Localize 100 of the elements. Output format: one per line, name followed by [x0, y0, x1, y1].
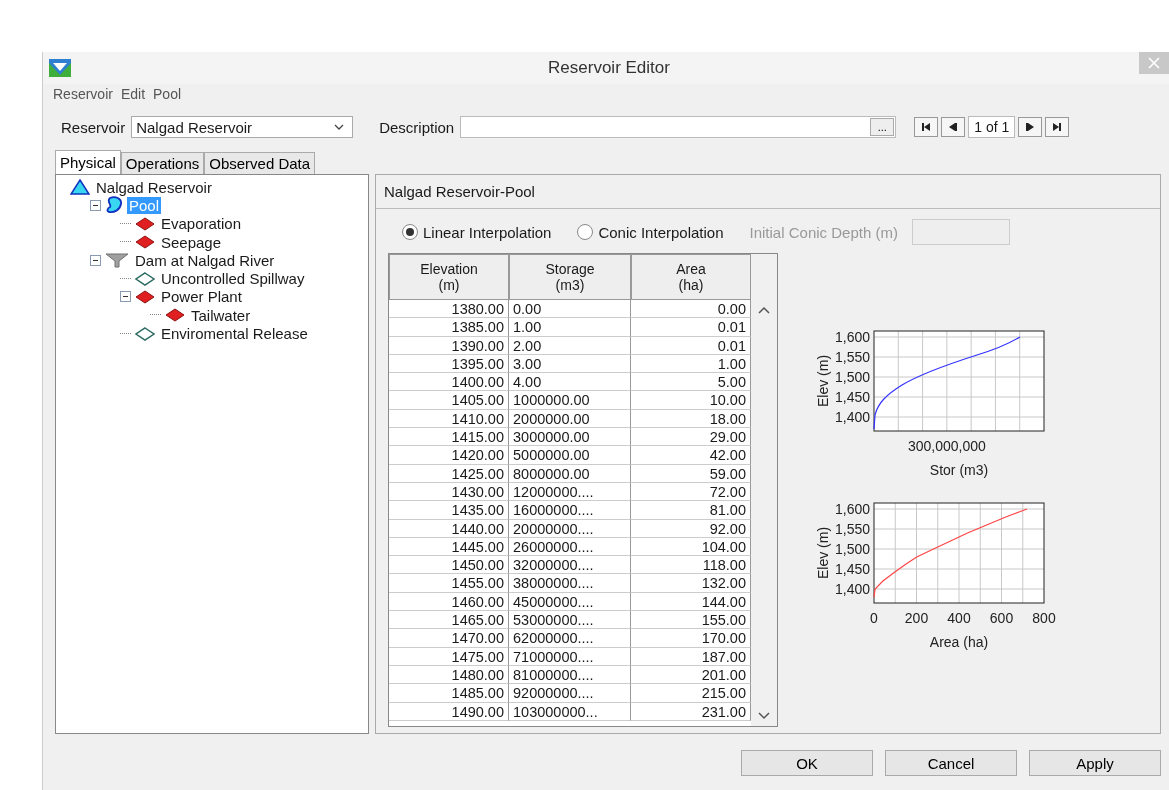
table-cell: 1410.00 [389, 409, 509, 429]
x-tick-label: 800 [1032, 610, 1056, 626]
table-cell: 92000000.... [509, 684, 631, 703]
app-icon [49, 59, 71, 77]
menu-item[interactable]: Pool [153, 86, 182, 102]
table-cell: 62000000.... [509, 629, 631, 648]
column-header[interactable]: Elevation (m) [389, 254, 509, 300]
collapse-icon[interactable] [120, 291, 131, 303]
chevron-down-icon [334, 124, 345, 130]
browse-button[interactable]: ... [870, 118, 895, 136]
table-cell: 1.00 [509, 318, 631, 337]
tree-item[interactable]: Nalgad Reservoir [94, 178, 214, 196]
x-tick-label: 200 [904, 610, 929, 626]
table-cell: 1445.00 [389, 537, 509, 557]
y-tick-label: 1,550 [834, 521, 870, 537]
skip-back-icon [921, 122, 932, 132]
x-tick-label: 0 [870, 610, 878, 626]
dialog-button[interactable]: OK [741, 750, 873, 776]
table-cell: 0.00 [509, 300, 631, 319]
table-cell: 3000000.00 [509, 428, 631, 447]
table-cell: 1390.00 [389, 336, 509, 355]
panel-title: Nalgad Reservoir-Pool [376, 175, 1160, 209]
x-tick-label: 400 [947, 610, 971, 626]
table-cell: 1400.00 [389, 373, 509, 392]
scroll-down-icon[interactable] [758, 712, 770, 720]
menu-item[interactable]: Reservoir [53, 86, 113, 102]
y-tick-label: 1,500 [834, 541, 870, 557]
table-cell: 45000000.... [509, 592, 631, 612]
table-cell: 1405.00 [389, 391, 509, 410]
table-cell: 53000000.... [509, 611, 631, 630]
table-cell: 1450.00 [389, 556, 509, 575]
table-cell: 1380.00 [389, 300, 509, 319]
conic-depth-field[interactable] [911, 219, 1010, 245]
tree-item[interactable]: Seepage [159, 233, 224, 251]
table-cell: 1395.00 [389, 354, 509, 374]
y-tick-label: 1,500 [834, 369, 870, 385]
table-cell: 16000000.... [509, 501, 631, 520]
y-tick-label: 1,400 [834, 409, 870, 425]
first-record-button[interactable] [914, 117, 939, 137]
x-tick-label: 600 [989, 610, 1014, 626]
tree-item[interactable]: Power Plant [159, 288, 244, 306]
dialog-button[interactable]: Cancel [885, 750, 1017, 776]
tree-item[interactable]: Evaporation [159, 215, 244, 233]
menu-item[interactable]: Edit [120, 86, 146, 102]
dialog-button[interactable]: Apply [1029, 750, 1161, 776]
table-cell: 1425.00 [389, 464, 509, 483]
tree-item[interactable]: Tailwater [189, 306, 253, 324]
table-cell: 1415.00 [389, 428, 509, 447]
record-position: 1 of 1 [968, 116, 1016, 138]
x-axis-title: Area (ha) [929, 634, 989, 650]
diamond-icon [135, 289, 155, 304]
tab[interactable]: Operations [120, 152, 205, 174]
table-cell: 12000000.... [509, 482, 631, 502]
tab[interactable]: Observed Data [204, 152, 316, 174]
y-axis-title: Elev (m) [815, 526, 831, 580]
tab[interactable]: Physical [55, 150, 121, 174]
column-header[interactable]: Area (ha) [631, 254, 751, 300]
step-forward-icon [1025, 122, 1036, 132]
skip-forward-icon [1052, 122, 1063, 132]
tree-item[interactable]: Enviromental Release [159, 325, 310, 342]
table-cell: 38000000.... [509, 574, 631, 593]
scroll-up-icon[interactable] [758, 306, 770, 314]
table-cell: 1420.00 [389, 446, 509, 465]
diamond-icon [135, 235, 155, 250]
last-record-button[interactable] [1045, 117, 1070, 137]
reservoir-label: Reservoir [61, 118, 126, 136]
table-cell: 4.00 [509, 373, 631, 392]
conic-depth-label: Initial Conic Depth (m) [749, 223, 898, 241]
table-cell: 1440.00 [389, 519, 509, 538]
y-tick-label: 1,400 [834, 581, 870, 597]
x-axis-title: Stor (m3) [929, 462, 989, 478]
triangle-icon [70, 179, 90, 196]
window-title: Reservoir Editor [548, 58, 670, 78]
table-cell: 3.00 [509, 354, 631, 374]
diamond-outline-icon [135, 326, 155, 341]
collapse-icon[interactable] [90, 254, 101, 266]
y-tick-label: 1,450 [834, 389, 870, 405]
tree-item[interactable]: Uncontrolled Spillway [159, 270, 307, 288]
funnel-icon [105, 252, 129, 269]
table-cell: 1430.00 [389, 482, 509, 502]
interpolation-radio[interactable]: Conic Interpolation [577, 223, 724, 241]
interpolation-radio[interactable]: Linear Interpolation [402, 223, 552, 241]
description-field[interactable]: ... [460, 116, 897, 138]
table-cell: 1475.00 [389, 647, 509, 666]
table-cell: 1490.00 [389, 702, 509, 721]
table-cell: 8000000.00 [509, 464, 631, 483]
previous-record-button[interactable] [941, 117, 966, 137]
tree-item[interactable]: Dam at Nalgad River [133, 251, 277, 269]
table-cell: 1465.00 [389, 611, 509, 630]
table-cell: 20000000.... [509, 519, 631, 538]
y-tick-label: 1,550 [834, 349, 870, 365]
table-cell: 1455.00 [389, 574, 509, 593]
reservoir-dropdown[interactable]: Nalgad Reservoir [131, 116, 354, 138]
next-record-button[interactable] [1018, 117, 1043, 137]
table-cell: 1435.00 [389, 501, 509, 520]
collapse-icon[interactable] [90, 199, 101, 211]
pool-icon [105, 196, 123, 215]
table-cell: 1480.00 [389, 665, 509, 685]
table-cell: 26000000.... [509, 537, 631, 557]
column-header[interactable]: Storage (m3) [509, 254, 631, 300]
